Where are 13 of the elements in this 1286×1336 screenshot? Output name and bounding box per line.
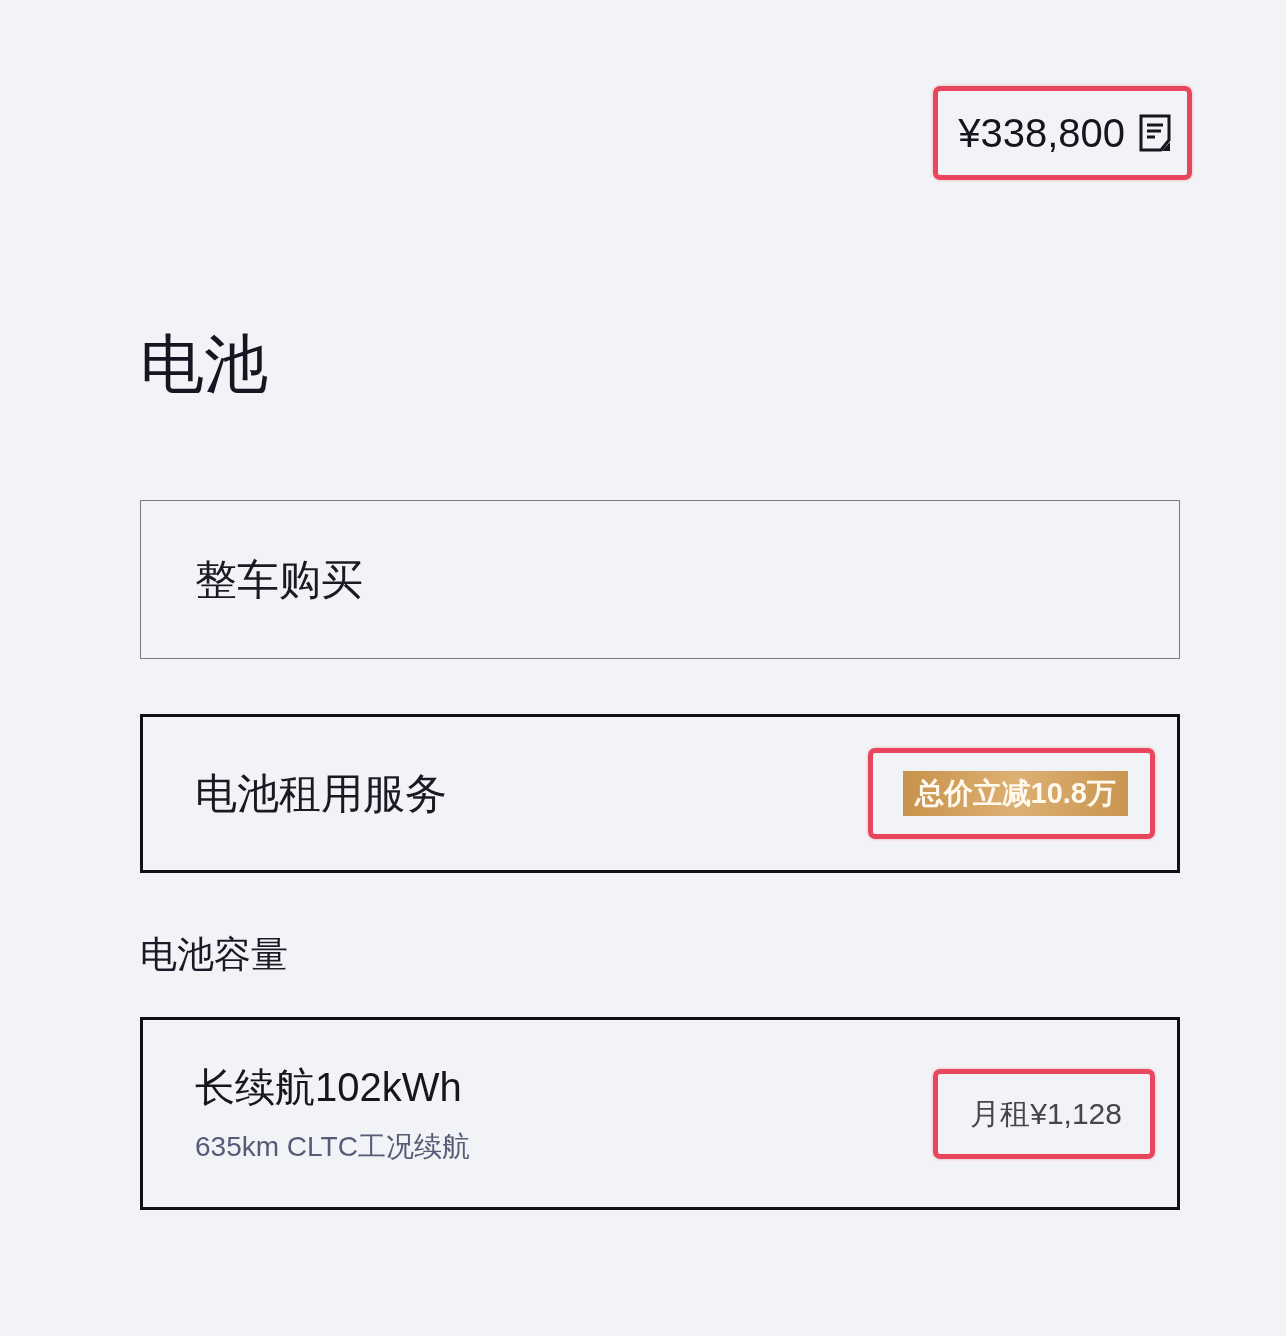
price-text: ¥338,800: [958, 110, 1125, 157]
monthly-rent-text: 月租¥1,128: [970, 1095, 1122, 1132]
section-title: 电池: [140, 327, 269, 402]
option-card[interactable]: 长续航102kWh 635km CLTC工况续航 月租¥1,128: [140, 1017, 1180, 1210]
document-icon[interactable]: [1139, 114, 1171, 152]
section-heading: 电池容量: [140, 933, 289, 977]
option-label: 整车购买: [195, 554, 363, 605]
option-card[interactable]: 整车购买: [140, 500, 1180, 659]
discount-badge: 总价立减10.8万: [902, 771, 1128, 816]
option-title: 长续航102kWh: [195, 1063, 463, 1111]
option-card[interactable]: 电池租用服务 总价立减10.8万: [140, 714, 1180, 873]
option-label: 电池租用服务: [195, 768, 447, 819]
option-subtitle: 635km CLTC工况续航: [195, 1129, 470, 1164]
